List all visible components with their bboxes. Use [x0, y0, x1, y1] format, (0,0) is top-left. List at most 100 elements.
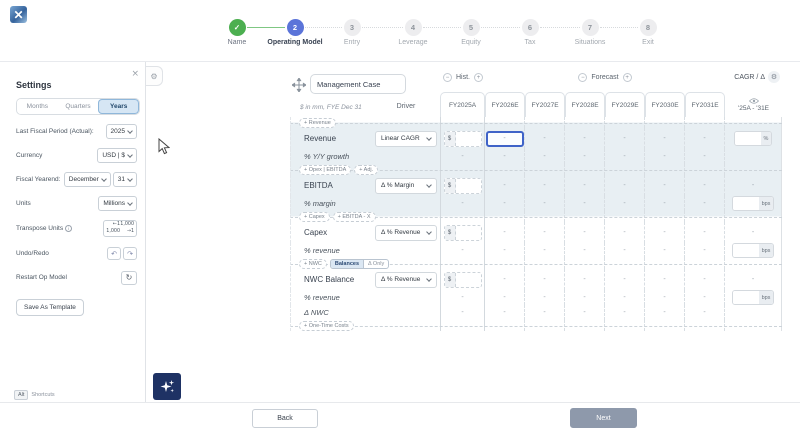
forecast-cell[interactable]: -	[485, 269, 525, 290]
save-as-template-button[interactable]: Save As Template	[16, 299, 84, 316]
forecast-cell[interactable]: -	[525, 222, 565, 243]
forecast-cell[interactable]: -	[645, 149, 685, 164]
cagr-cell[interactable]: bps	[725, 243, 782, 258]
forecast-cell[interactable]: -	[605, 128, 645, 149]
forecast-cell[interactable]: -	[605, 243, 645, 258]
forecast-cell[interactable]: -	[605, 175, 645, 196]
tab-years[interactable]: Years	[98, 99, 139, 114]
column-header-FY2031E[interactable]: FY2031E	[685, 92, 725, 117]
forecast-cell[interactable]: -	[645, 175, 685, 196]
column-header-FY2029E[interactable]: FY2029E	[605, 92, 645, 117]
last-fiscal-select[interactable]: 2025	[106, 124, 137, 139]
case-name-input[interactable]	[310, 74, 406, 94]
transpose-units-button[interactable]: ←1 1,000 1,000 →1	[103, 220, 137, 237]
forecast-cell[interactable]: -	[525, 290, 565, 305]
step-circle-situations[interactable]: 7	[582, 19, 599, 36]
forecast-cell[interactable]: -	[565, 290, 605, 305]
hist-cell[interactable]: -	[440, 149, 485, 164]
forecast-cell[interactable]: -	[485, 222, 525, 243]
gear-icon[interactable]: ⚙	[768, 71, 780, 83]
forecast-cell[interactable]: -	[645, 305, 685, 320]
forecast-cell[interactable]: -	[485, 290, 525, 305]
minus-circle-icon[interactable]: −	[443, 73, 452, 82]
forecast-cell[interactable]: -	[645, 269, 685, 290]
shortcuts-hint[interactable]: Alt Shortcuts	[14, 390, 55, 400]
hist-cell[interactable]: -	[440, 290, 485, 305]
step-circle-tax[interactable]: 6	[522, 19, 539, 36]
forecast-cell[interactable]: -	[605, 290, 645, 305]
forecast-cell[interactable]: -	[605, 222, 645, 243]
forecast-cell[interactable]: -	[565, 243, 605, 258]
forecast-cell[interactable]: -	[685, 149, 725, 164]
forecast-cell[interactable]: -	[685, 243, 725, 258]
step-circle-operating-model[interactable]: 2	[287, 19, 304, 36]
forecast-cell[interactable]: -	[685, 305, 725, 320]
cagr-cell[interactable]	[725, 149, 782, 164]
hist-cell[interactable]: $	[440, 175, 485, 196]
forecast-cell[interactable]: -	[565, 196, 605, 211]
column-header-FY2030E[interactable]: FY2030E	[645, 92, 685, 117]
forecast-cell[interactable]: -	[565, 269, 605, 290]
forecast-cell[interactable]: -	[685, 196, 725, 211]
units-select[interactable]: Millions	[98, 196, 137, 211]
selected-cell[interactable]: -	[486, 131, 524, 147]
settings-gear-tab[interactable]: ⚙	[146, 66, 163, 86]
column-header-FY2028E[interactable]: FY2028E	[565, 92, 605, 117]
forecast-cell[interactable]: -	[565, 305, 605, 320]
dollar-input[interactable]: $	[444, 272, 482, 288]
step-circle-exit[interactable]: 8	[640, 19, 657, 36]
tab-months[interactable]: Months	[17, 99, 58, 114]
forecast-cell[interactable]: -	[565, 222, 605, 243]
cagr-input[interactable]: bps	[732, 290, 775, 305]
restart-icon[interactable]: ↻	[121, 271, 137, 285]
driver-select[interactable]: Δ % Revenue	[375, 272, 437, 288]
redo-icon[interactable]: ↷	[123, 247, 137, 260]
step-circle-equity[interactable]: 5	[463, 19, 480, 36]
section-pill[interactable]: + Revenue	[299, 118, 336, 128]
forecast-cell[interactable]: -	[605, 269, 645, 290]
forecast-cell[interactable]: -	[605, 196, 645, 211]
cagr-input[interactable]: %	[734, 131, 773, 146]
forecast-cell[interactable]: -	[645, 196, 685, 211]
undo-icon[interactable]: ↶	[107, 247, 121, 260]
cagr-cell[interactable]: bps	[725, 290, 782, 305]
cagr-cell[interactable]: -	[725, 269, 782, 290]
forecast-cell[interactable]: -	[645, 243, 685, 258]
plus-circle-icon[interactable]: +	[623, 73, 632, 82]
section-pill[interactable]: + EBITDA - X	[333, 212, 376, 222]
forecast-cell[interactable]: -	[485, 243, 525, 258]
forecast-cell[interactable]: -	[485, 305, 525, 320]
forecast-cell[interactable]: -	[685, 222, 725, 243]
forecast-cell[interactable]: -	[525, 128, 565, 149]
forecast-cell[interactable]: -	[525, 243, 565, 258]
section-pill[interactable]: + NWC	[299, 259, 327, 269]
forecast-cell[interactable]: -	[605, 305, 645, 320]
back-button[interactable]: Back	[252, 409, 318, 428]
forecast-cell[interactable]: -	[685, 175, 725, 196]
currency-select[interactable]: USD | $	[97, 148, 137, 163]
toggle-option[interactable]: Balances	[331, 260, 364, 268]
minus-circle-icon[interactable]: −	[578, 73, 587, 82]
section-pill[interactable]: + Opex | EBITDA	[299, 165, 351, 175]
forecast-cell[interactable]: -	[485, 196, 525, 211]
fiscal-month-select[interactable]: December	[64, 172, 111, 187]
cagr-input[interactable]: bps	[732, 196, 775, 211]
section-pill[interactable]: + One-Time Costs	[299, 321, 354, 331]
plus-circle-icon[interactable]: +	[474, 73, 483, 82]
eye-icon[interactable]	[749, 98, 759, 104]
column-header-FY2025A[interactable]: FY2025A	[440, 92, 485, 117]
forecast-cell[interactable]: -	[565, 149, 605, 164]
cagr-cell[interactable]: bps	[725, 196, 782, 211]
forecast-cell[interactable]: -	[685, 269, 725, 290]
driver-select[interactable]: Δ % Revenue	[375, 225, 437, 241]
forecast-cell[interactable]: -	[485, 128, 525, 149]
column-header-FY2026E[interactable]: FY2026E	[485, 92, 525, 117]
forecast-cell[interactable]: -	[685, 128, 725, 149]
forecast-cell[interactable]: -	[605, 149, 645, 164]
forecast-cell[interactable]: -	[565, 128, 605, 149]
forecast-cell[interactable]: -	[485, 149, 525, 164]
cagr-input[interactable]: bps	[732, 243, 775, 258]
step-circle-leverage[interactable]: 4	[405, 19, 422, 36]
cagr-cell[interactable]	[725, 305, 782, 320]
forecast-cell[interactable]: -	[485, 175, 525, 196]
